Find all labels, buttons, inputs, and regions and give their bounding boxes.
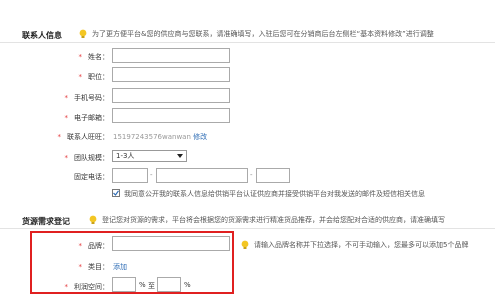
position-input[interactable] (112, 67, 230, 82)
profit-min-input[interactable] (112, 277, 136, 292)
contact-section-title: 联系人信息 (22, 31, 62, 40)
required-mark: * (78, 263, 83, 271)
section-divider (0, 42, 495, 43)
email-input[interactable] (112, 108, 230, 123)
profit-label: * 利润空间： (64, 283, 110, 291)
name-label: * 姓名： (78, 53, 110, 61)
required-mark: * (78, 73, 83, 81)
email-label: * 电子邮箱： (64, 114, 110, 122)
percent-label: % (184, 281, 191, 289)
brand-input[interactable] (112, 236, 230, 251)
phone-separator: - (250, 171, 253, 179)
phone-ext-input[interactable] (256, 168, 290, 183)
mobile-label: * 手机号码： (64, 94, 110, 102)
mobile-input[interactable] (112, 88, 230, 103)
lightbulb-icon (79, 29, 87, 38)
supply-hint-text: 登记您对货源的需求，平台将会根据您的货源需求进行精准货品推荐，并会给您配对合适的… (102, 216, 445, 224)
account-edit-link[interactable]: 修改 (193, 133, 207, 141)
landline-label: 固定电话： (74, 173, 109, 181)
name-input[interactable] (112, 48, 230, 63)
brand-label: * 品牌： (78, 242, 110, 250)
supply-hint: 登记您对货源的需求，平台将会根据您的货源需求进行精准货品推荐，并会给您配对合适的… (88, 215, 445, 225)
phone-number-input[interactable] (156, 168, 248, 183)
team-size-value: 1-3人 (116, 152, 135, 160)
required-mark: * (64, 114, 69, 122)
supply-section-title: 货源需求登记 (22, 217, 70, 226)
brand-hint: 请输入品牌名称并下拉选择，不可手动输入，您最多可以添加5个品牌 (240, 240, 468, 250)
brand-hint-text: 请输入品牌名称并下拉选择，不可手动输入，您最多可以添加5个品牌 (254, 241, 469, 249)
lightbulb-icon (89, 215, 97, 224)
required-mark: * (78, 53, 83, 61)
section-divider (0, 228, 495, 229)
team-size-select[interactable]: 1-3人 (112, 150, 187, 162)
contact-hint: 为了更方便平台&您的供应商与您联系，请准确填写，入驻后您可在分销商后台左侧栏“基… (78, 29, 434, 39)
position-label: * 职位： (78, 73, 110, 81)
agree-checkbox[interactable] (112, 189, 120, 197)
agree-text: 我同意公开我的联系人信息给供销平台认证供应商并接受供销平台对我发送的邮件及短信相… (124, 190, 425, 198)
profit-max-input[interactable] (157, 277, 181, 292)
team-size-label: * 团队规模： (64, 154, 110, 162)
required-mark: * (64, 94, 69, 102)
contact-hint-text: 为了更方便平台&您的供应商与您联系，请准确填写，入驻后您可在分销商后台左侧栏“基… (92, 30, 434, 38)
chevron-down-icon (177, 154, 183, 158)
account-label: * 联系人旺旺： (57, 133, 110, 141)
percent-label: % (139, 281, 146, 289)
category-add-link[interactable]: 添加 (113, 262, 127, 272)
checkmark-icon (113, 190, 119, 196)
lightbulb-icon (241, 240, 249, 249)
account-value: 15197243576wanwan 修改 (113, 133, 208, 141)
phone-area-input[interactable] (112, 168, 148, 183)
phone-separator: - (150, 171, 153, 179)
required-mark: * (64, 283, 69, 291)
required-mark: * (64, 154, 69, 162)
category-label: * 类目： (78, 263, 110, 271)
required-mark: * (57, 133, 62, 141)
to-label: 至 (148, 282, 155, 290)
required-mark: * (78, 242, 83, 250)
